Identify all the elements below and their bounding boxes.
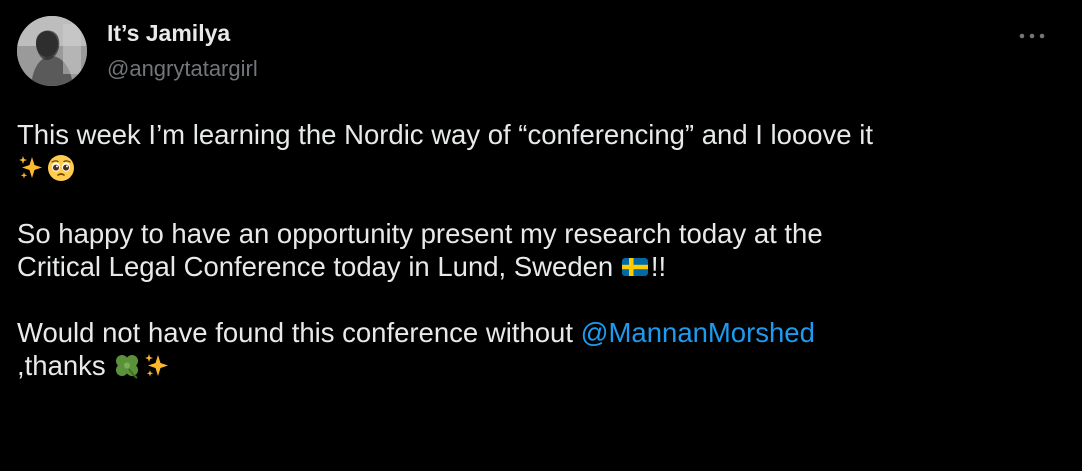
- tweet-paragraph-3: Would not have found this conference wit…: [17, 316, 1057, 382]
- more-options-icon[interactable]: [1016, 26, 1048, 46]
- sweden-flag-icon: [621, 253, 649, 281]
- tweet-text-suffix: !!: [650, 251, 667, 282]
- four-leaf-clover-icon: [113, 352, 141, 380]
- tweet-line: This week I’m learning the Nordic way of…: [17, 119, 873, 150]
- author-display-name[interactable]: It’s Jamilya: [107, 20, 230, 47]
- tweet-line: So happy to have an opportunity present …: [17, 218, 823, 249]
- tweet-card[interactable]: It’s Jamilya @angrytatargirl This week I…: [0, 0, 1082, 471]
- profile-photo-icon[interactable]: [17, 16, 87, 86]
- sparkles-icon: [143, 352, 171, 380]
- tweet-paragraph-2: So happy to have an opportunity present …: [17, 217, 1057, 283]
- tweet-text: This week I’m learning the Nordic way of…: [17, 118, 1057, 382]
- tweet-line: Would not have found this conference wit…: [17, 317, 581, 348]
- tweet-line: ,thanks: [17, 350, 114, 381]
- pleading-face-icon: [47, 154, 75, 182]
- mention-link[interactable]: @MannanMorshed: [581, 317, 815, 348]
- tweet-line: Critical Legal Conference today in Lund,…: [17, 251, 621, 282]
- tweet-paragraph-1: This week I’m learning the Nordic way of…: [17, 118, 1057, 184]
- sparkles-icon: [17, 154, 45, 182]
- author-handle[interactable]: @angrytatargirl: [107, 56, 258, 82]
